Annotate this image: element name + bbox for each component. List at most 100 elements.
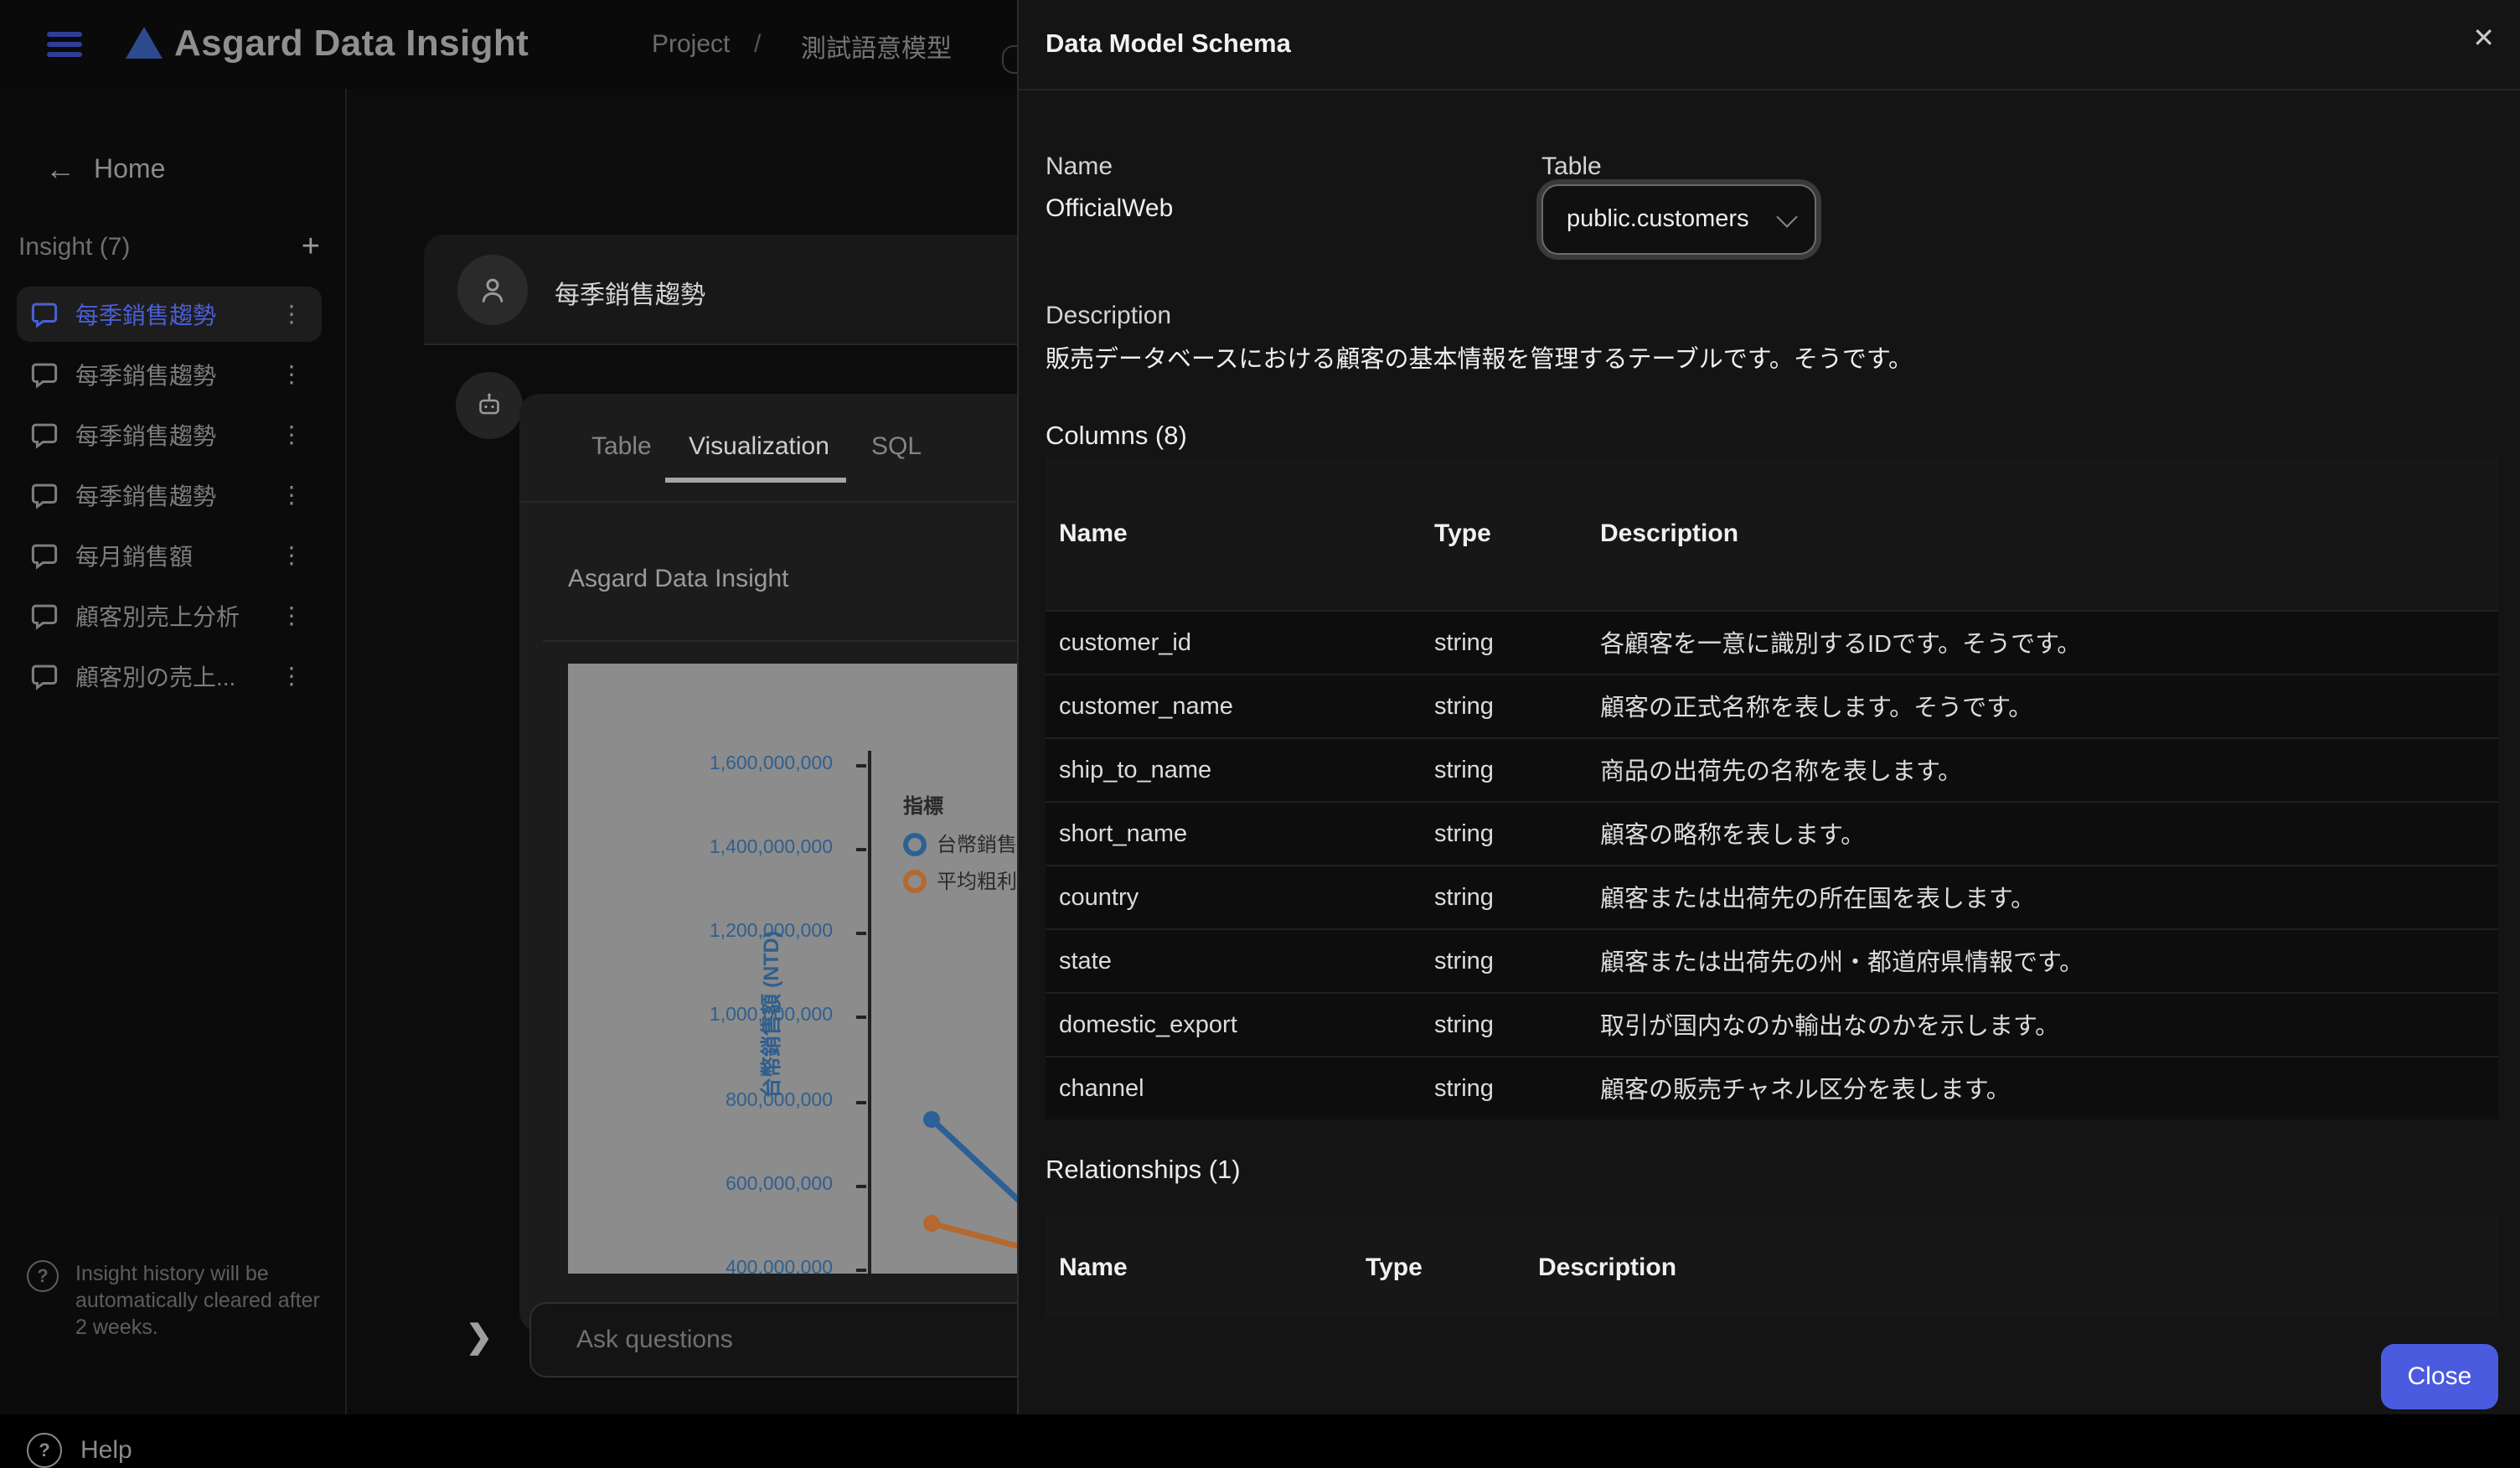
chat-bubble-icon (31, 544, 58, 570)
sidebar-item-insight-2[interactable]: 每季銷售趨勢 ⋮ (17, 347, 322, 402)
sidebar-item-insight-3[interactable]: 每季銷售趨勢 ⋮ (17, 407, 322, 463)
info-question-icon: ? (27, 1260, 59, 1292)
chat-bubble-icon (31, 604, 58, 630)
cell-description: 顧客の略称を表します。 (1600, 823, 1866, 850)
robot-icon (479, 393, 499, 415)
app-root: Asgard Data Insight Project / 測試語意模型 ← H… (0, 0, 2520, 1468)
cell-description: 顧客または出荷先の州・都道府県情報です。 (1600, 950, 2084, 977)
insight-item-label: 顧客別の売上... (75, 663, 236, 690)
insight-item-label: 每季銷售趨勢 (75, 361, 216, 388)
cell-type: string (1434, 948, 1494, 974)
chat-bubble-icon (31, 664, 58, 690)
help-button[interactable]: ? Help (27, 1433, 132, 1468)
cell-type: string (1434, 1011, 1494, 1038)
table-row: country string 顧客または出荷先の所在国を表します。 (1046, 865, 2498, 928)
rel-header-type: Type (1366, 1253, 1423, 1281)
item-more-menu-icon[interactable]: ⋮ (275, 481, 308, 509)
chart-series-lines (923, 1111, 1071, 1264)
relationships-section-title: Relationships (1) (1046, 1156, 1241, 1185)
table-row: short_name string 顧客の略称を表します。 (1046, 801, 2498, 865)
description-label: Description (1046, 302, 1172, 330)
table-select-dropdown[interactable]: public.customers (1541, 184, 1816, 255)
close-button[interactable]: Close (2381, 1344, 2498, 1409)
item-more-menu-icon[interactable]: ⋮ (275, 662, 308, 690)
cell-description: 顧客の販売チャネル区分を表します。 (1600, 1078, 2011, 1104)
chat-bubble-icon (31, 363, 58, 389)
breadcrumb-current-model[interactable]: 測試語意模型 (801, 30, 952, 65)
add-insight-icon[interactable]: + (302, 230, 320, 262)
sidebar-item-insight-6[interactable]: 顧客別売上分析 ⋮ (17, 588, 322, 644)
cell-name: ship_to_name (1059, 757, 1212, 783)
chevron-down-icon (1776, 205, 1798, 227)
insight-section-header: Insight (7) + (18, 230, 320, 262)
cell-name: country (1059, 884, 1139, 911)
column-header-description: Description (1600, 519, 1739, 548)
item-more-menu-icon[interactable]: ⋮ (275, 421, 308, 449)
rel-header-description: Description (1538, 1253, 1677, 1281)
sidebar-item-insight-5[interactable]: 每月銷售額 ⋮ (17, 528, 322, 583)
cell-name: channel (1059, 1075, 1144, 1102)
insight-item-label: 每季銷售趨勢 (75, 421, 216, 448)
cell-description: 顧客または出荷先の所在国を表します。 (1600, 886, 2036, 913)
person-icon (482, 278, 503, 302)
item-more-menu-icon[interactable]: ⋮ (275, 360, 308, 389)
chat-bubble-icon (31, 302, 58, 328)
hamburger-menu-icon[interactable] (47, 32, 82, 57)
table-row: state string 顧客または出荷先の州・都道府県情報です。 (1046, 928, 2498, 992)
relationships-table-header: Name Type Description (1046, 1217, 2498, 1317)
cell-name: customer_id (1059, 629, 1191, 656)
table-row: customer_name string 顧客の正式名称を表します。そうです。 (1046, 674, 2498, 737)
close-icon[interactable]: ✕ (2472, 22, 2495, 55)
chat-main: 每季銷售趨勢 Table Visualization SQL Asgard Da… (347, 89, 1166, 1414)
cell-name: short_name (1059, 820, 1188, 847)
item-more-menu-icon[interactable]: ⋮ (275, 300, 308, 328)
columns-table-header: Name Type Description (1046, 457, 2498, 610)
rel-header-name: Name (1059, 1253, 1128, 1281)
chat-bubble-icon (31, 483, 58, 509)
insight-item-label: 每季銷售趨勢 (75, 482, 216, 509)
item-more-menu-icon[interactable]: ⋮ (275, 602, 308, 630)
drawer-title: Data Model Schema (1046, 30, 1291, 59)
name-field-value: OfficialWeb (1046, 194, 1174, 223)
brand-title: Asgard Data Insight (174, 22, 529, 64)
cell-name: customer_name (1059, 693, 1233, 720)
insight-item-label: 每季銷售趨勢 (75, 301, 216, 328)
back-arrow-icon: ← (45, 152, 75, 186)
expand-chevron-icon[interactable]: ❯ (466, 1319, 493, 1357)
chat-bubble-icon (31, 423, 58, 449)
divider (424, 344, 1077, 345)
history-note: ? Insight history will be automatically … (27, 1260, 322, 1341)
cell-description: 各顧客を一意に識別するIDです。そうです。 (1600, 632, 2082, 659)
cell-name: domestic_export (1059, 1011, 1237, 1038)
active-tab-underline (665, 478, 846, 483)
table-field-label: Table (1541, 152, 1602, 181)
description-value: 販売データベースにおける顧客の基本情報を管理するテーブルです。そうです。 (1046, 347, 1913, 374)
tab-visualization[interactable]: Visualization (689, 432, 829, 461)
bot-avatar (456, 372, 523, 439)
brand-triangle-logo-icon (126, 27, 163, 59)
sidebar-item-insight-1[interactable]: 每季銷售趨勢 ⋮ (17, 287, 322, 342)
cell-type: string (1434, 693, 1494, 720)
screen: Asgard Data Insight Project / 測試語意模型 ← H… (0, 0, 2520, 1468)
table-row: customer_id string 各顧客を一意に識別するIDです。そうです。 (1046, 610, 2498, 674)
table-row: ship_to_name string 商品の出荷先の名称を表します。 (1046, 737, 2498, 801)
sidebar: ← Home Insight (7) + 每季銷售趨勢 ⋮ 每季銷售趨勢 ⋮ 每… (0, 89, 347, 1468)
home-label: Home (94, 155, 166, 184)
columns-table: Name Type Description customer_id string… (1046, 457, 2498, 1119)
tab-table[interactable]: Table (591, 432, 652, 461)
tab-sql[interactable]: SQL (871, 432, 922, 461)
data-model-schema-drawer: Data Model Schema ✕ Name OfficialWeb Tab… (1017, 0, 2520, 1414)
cell-type: string (1434, 757, 1494, 783)
sidebar-home-link[interactable]: ← Home (45, 152, 165, 188)
drawer-header: Data Model Schema ✕ (1019, 0, 2520, 90)
chart-card-title: Asgard Data Insight (568, 565, 789, 593)
breadcrumb-project[interactable]: Project (652, 30, 730, 59)
cell-type: string (1434, 884, 1494, 911)
relationships-table: Name Type Description (1046, 1217, 2498, 1317)
insight-item-label: 顧客別売上分析 (75, 602, 240, 629)
sidebar-item-insight-7[interactable]: 顧客別の売上... ⋮ (17, 649, 322, 704)
sidebar-item-insight-4[interactable]: 每季銷售趨勢 ⋮ (17, 468, 322, 523)
item-more-menu-icon[interactable]: ⋮ (275, 541, 308, 570)
column-header-type: Type (1434, 519, 1491, 548)
help-question-icon: ? (27, 1433, 62, 1468)
